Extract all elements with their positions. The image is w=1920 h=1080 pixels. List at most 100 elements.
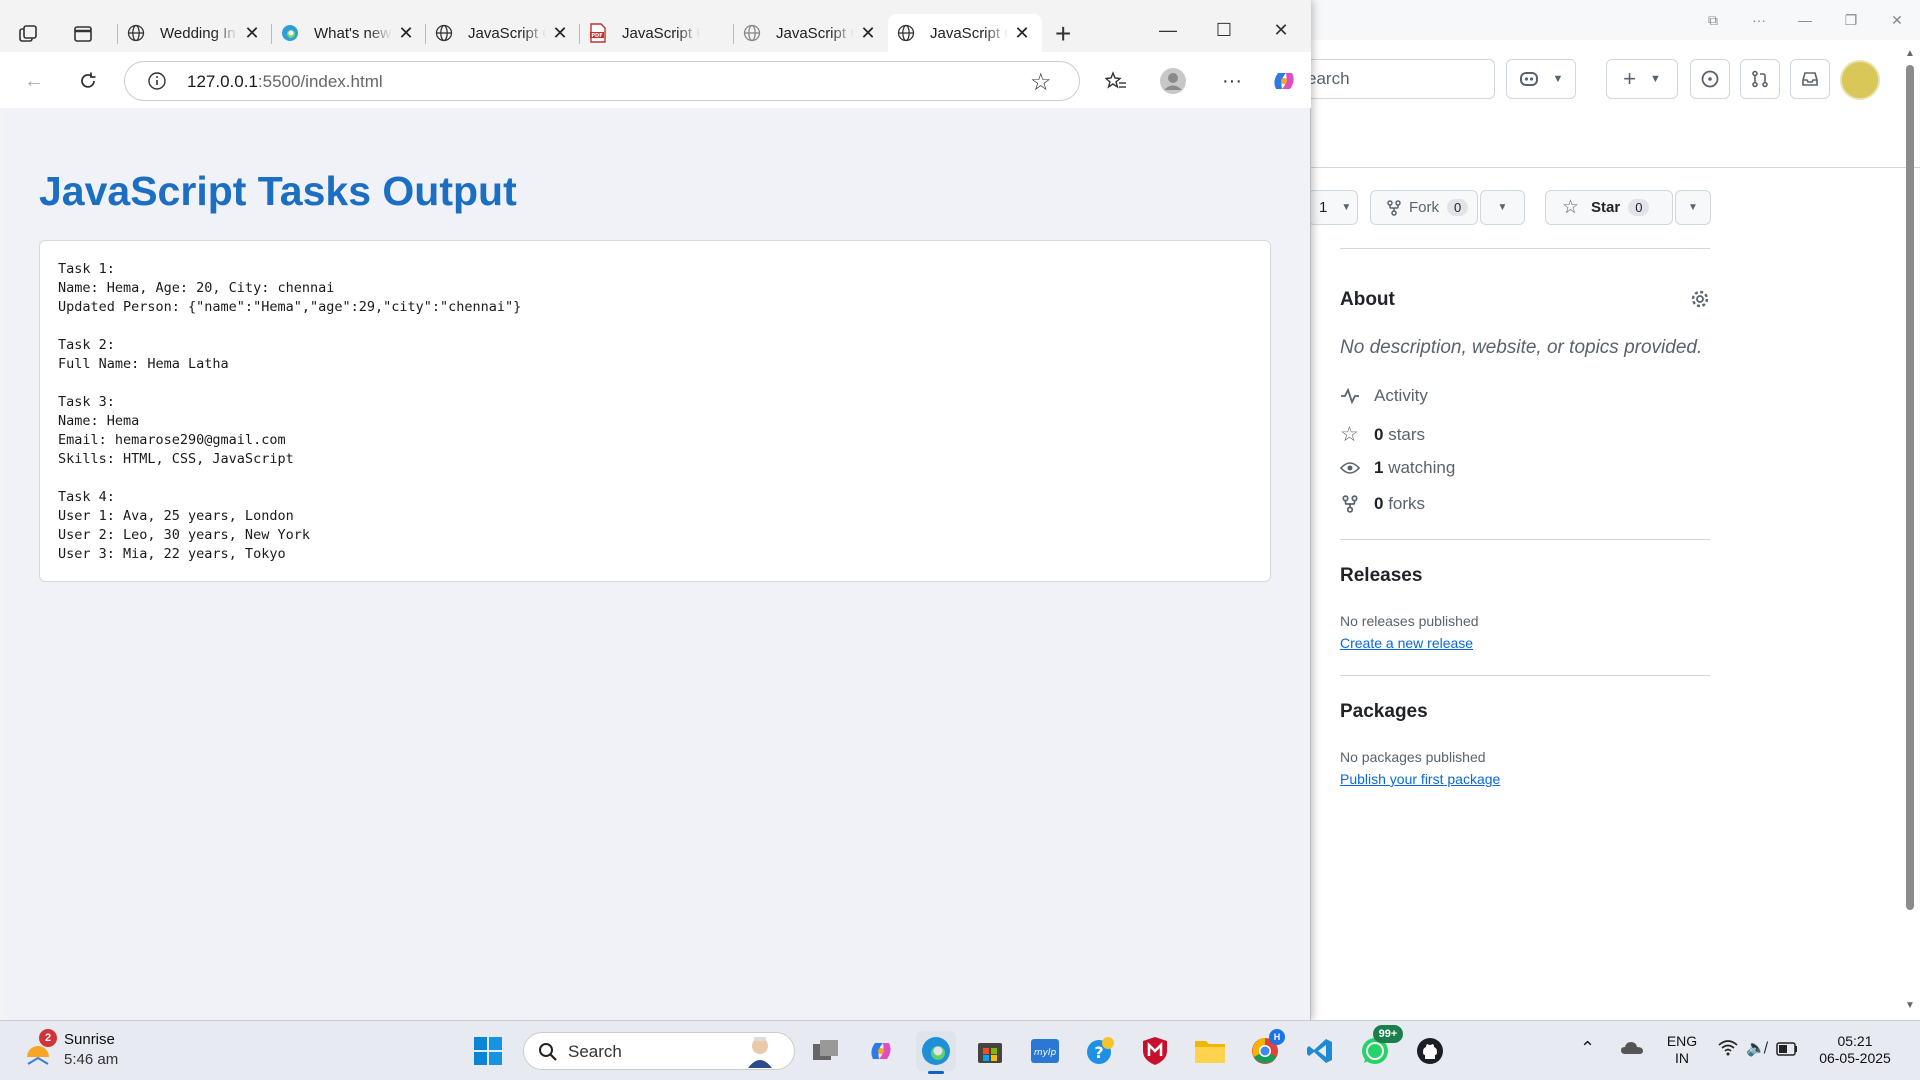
language-indicator[interactable]: ENG IN: [1666, 1033, 1698, 1067]
wifi-icon[interactable]: [1718, 1040, 1738, 1061]
favorite-star-icon[interactable]: ☆: [1030, 68, 1052, 97]
url-host: 127.0.0.1: [187, 72, 258, 91]
refresh-button[interactable]: [70, 64, 106, 98]
tab-actions-icon[interactable]: [73, 24, 93, 49]
tab-javascript-2[interactable]: JavaScript C ✕: [734, 14, 884, 52]
favorites-button[interactable]: [1098, 64, 1134, 98]
fork-button[interactable]: Fork 0: [1370, 190, 1478, 225]
issues-button[interactable]: [1690, 59, 1730, 99]
tab-search-icon[interactable]: ⧉: [1690, 0, 1736, 40]
close-button[interactable]: ✕: [1874, 0, 1920, 40]
plus-icon: +: [1623, 66, 1636, 91]
taskbar-search[interactable]: Search: [523, 1032, 795, 1070]
vscode-icon: [1307, 1039, 1332, 1063]
output-line: Task 1:: [58, 261, 115, 277]
forks-label: forks: [1388, 494, 1426, 513]
watching-count: 1: [1374, 458, 1384, 477]
help-button[interactable]: ?: [1080, 1031, 1120, 1071]
copilot-icon: [1519, 72, 1538, 86]
close-icon[interactable]: ✕: [396, 23, 416, 43]
close-icon[interactable]: ✕: [858, 23, 878, 43]
task-view-button[interactable]: [806, 1031, 846, 1071]
message-badge: 99+: [1373, 1025, 1403, 1043]
github-search-input[interactable]: earch: [1300, 59, 1495, 99]
mylp-app-button[interactable]: mylp: [1025, 1031, 1065, 1071]
globe-icon: [126, 23, 146, 43]
mcafee-button[interactable]: [1135, 1031, 1175, 1071]
volume-muted-icon[interactable]: 🔈̸: [1746, 1038, 1766, 1058]
profile-button[interactable]: [1155, 64, 1191, 98]
user-avatar[interactable]: [1840, 60, 1880, 100]
vscode-button[interactable]: [1300, 1031, 1340, 1071]
new-tab-button[interactable]: +: [1055, 18, 1071, 50]
tab-javascript-pdf[interactable]: PDF JavaScript U: [580, 14, 730, 52]
github-desktop-button[interactable]: [1410, 1031, 1450, 1071]
forks-link[interactable]: 0 forks: [1340, 494, 1425, 514]
gear-icon: [1691, 290, 1709, 308]
stars-link[interactable]: ☆ 0 stars: [1340, 422, 1425, 447]
about-settings-button[interactable]: [1690, 289, 1710, 314]
more-icon[interactable]: ···: [1736, 0, 1782, 40]
site-info-icon[interactable]: [147, 71, 167, 96]
browser-window: Wedding In ✕ What's new ✕ JavaScript C ✕…: [0, 0, 1311, 1020]
chevron-down-icon: ▼: [1688, 202, 1698, 213]
close-icon[interactable]: ✕: [550, 23, 570, 43]
packages-heading[interactable]: Packages: [1340, 701, 1428, 723]
edge-taskbar-button[interactable]: [916, 1031, 956, 1074]
pull-requests-button[interactable]: [1740, 59, 1780, 99]
output-line: Name: Hema, Age: 20, City: chennai: [58, 280, 335, 296]
create-release-link[interactable]: Create a new release: [1340, 635, 1473, 651]
releases-heading[interactable]: Releases: [1340, 565, 1422, 587]
minimize-button[interactable]: —: [1145, 12, 1191, 48]
create-new-button[interactable]: + ▼: [1606, 59, 1678, 99]
tab-javascript-1[interactable]: JavaScript C ✕: [426, 14, 576, 52]
scrollbar-thumb[interactable]: [1906, 65, 1914, 910]
copilot-button[interactable]: ▼: [1506, 59, 1576, 99]
scroll-down-icon[interactable]: ▼: [1905, 1000, 1915, 1011]
url-text: 127.0.0.1:5500/index.html: [187, 72, 383, 92]
divider: [1340, 675, 1710, 676]
weather-time: 5:46 am: [64, 1051, 119, 1068]
store-button[interactable]: [970, 1031, 1010, 1071]
chrome-button[interactable]: H: [1245, 1029, 1285, 1071]
onedrive-icon[interactable]: [1620, 1039, 1644, 1060]
whatsapp-button[interactable]: 99+: [1355, 1025, 1403, 1071]
output-line: User 3: Mia, 22 years, Tokyo: [58, 546, 286, 562]
scroll-up-icon[interactable]: ▲: [1905, 48, 1915, 59]
address-bar[interactable]: 127.0.0.1:5500/index.html ☆: [124, 61, 1080, 101]
fork-dropdown-button[interactable]: ▼: [1480, 190, 1525, 225]
copilot-taskbar-button[interactable]: [861, 1031, 901, 1071]
inbox-button[interactable]: [1790, 59, 1830, 99]
close-icon[interactable]: ✕: [242, 23, 262, 43]
watch-button[interactable]: 1 ▼: [1308, 190, 1358, 225]
battery-icon[interactable]: [1776, 1042, 1798, 1061]
tab-wedding[interactable]: Wedding In ✕: [118, 14, 268, 52]
watching-link[interactable]: 1 watching: [1340, 458, 1455, 478]
chevron-up-icon[interactable]: ⌃: [1580, 1038, 1595, 1059]
file-explorer-button[interactable]: [1190, 1031, 1230, 1071]
back-button[interactable]: ←: [16, 64, 52, 98]
clock-time: 05:21: [1837, 1033, 1873, 1049]
settings-more-button[interactable]: ···: [1214, 64, 1250, 98]
star-button[interactable]: ☆ Star 0: [1545, 190, 1673, 225]
close-window-button[interactable]: ✕: [1258, 12, 1304, 48]
issue-icon: [1701, 70, 1719, 88]
maximize-button[interactable]: ☐: [1201, 12, 1247, 48]
star-icon: ☆: [1562, 197, 1580, 218]
search-label: Search: [568, 1042, 622, 1061]
workspaces-icon[interactable]: [18, 24, 40, 49]
chevron-down-icon: ▼: [1497, 202, 1508, 213]
output-line: Full Name: Hema Latha: [58, 356, 229, 372]
restore-button[interactable]: ❐: [1828, 0, 1874, 40]
tab-whats-new[interactable]: What's new ✕: [272, 14, 422, 52]
weather-widget[interactable]: 2 Sunrise 5:46 am: [22, 1029, 142, 1071]
tab-javascript-active[interactable]: JavaScript C ✕: [888, 14, 1042, 52]
activity-link[interactable]: Activity: [1340, 386, 1428, 406]
close-icon[interactable]: ✕: [1012, 23, 1032, 43]
star-dropdown-button[interactable]: ▼: [1675, 190, 1711, 225]
publish-package-link[interactable]: Publish your first package: [1340, 771, 1500, 787]
clock[interactable]: 05:21 06-05-2025: [1810, 1033, 1900, 1067]
minimize-button[interactable]: —: [1782, 0, 1828, 40]
copilot-button[interactable]: [1266, 64, 1302, 98]
start-button[interactable]: [468, 1031, 508, 1071]
